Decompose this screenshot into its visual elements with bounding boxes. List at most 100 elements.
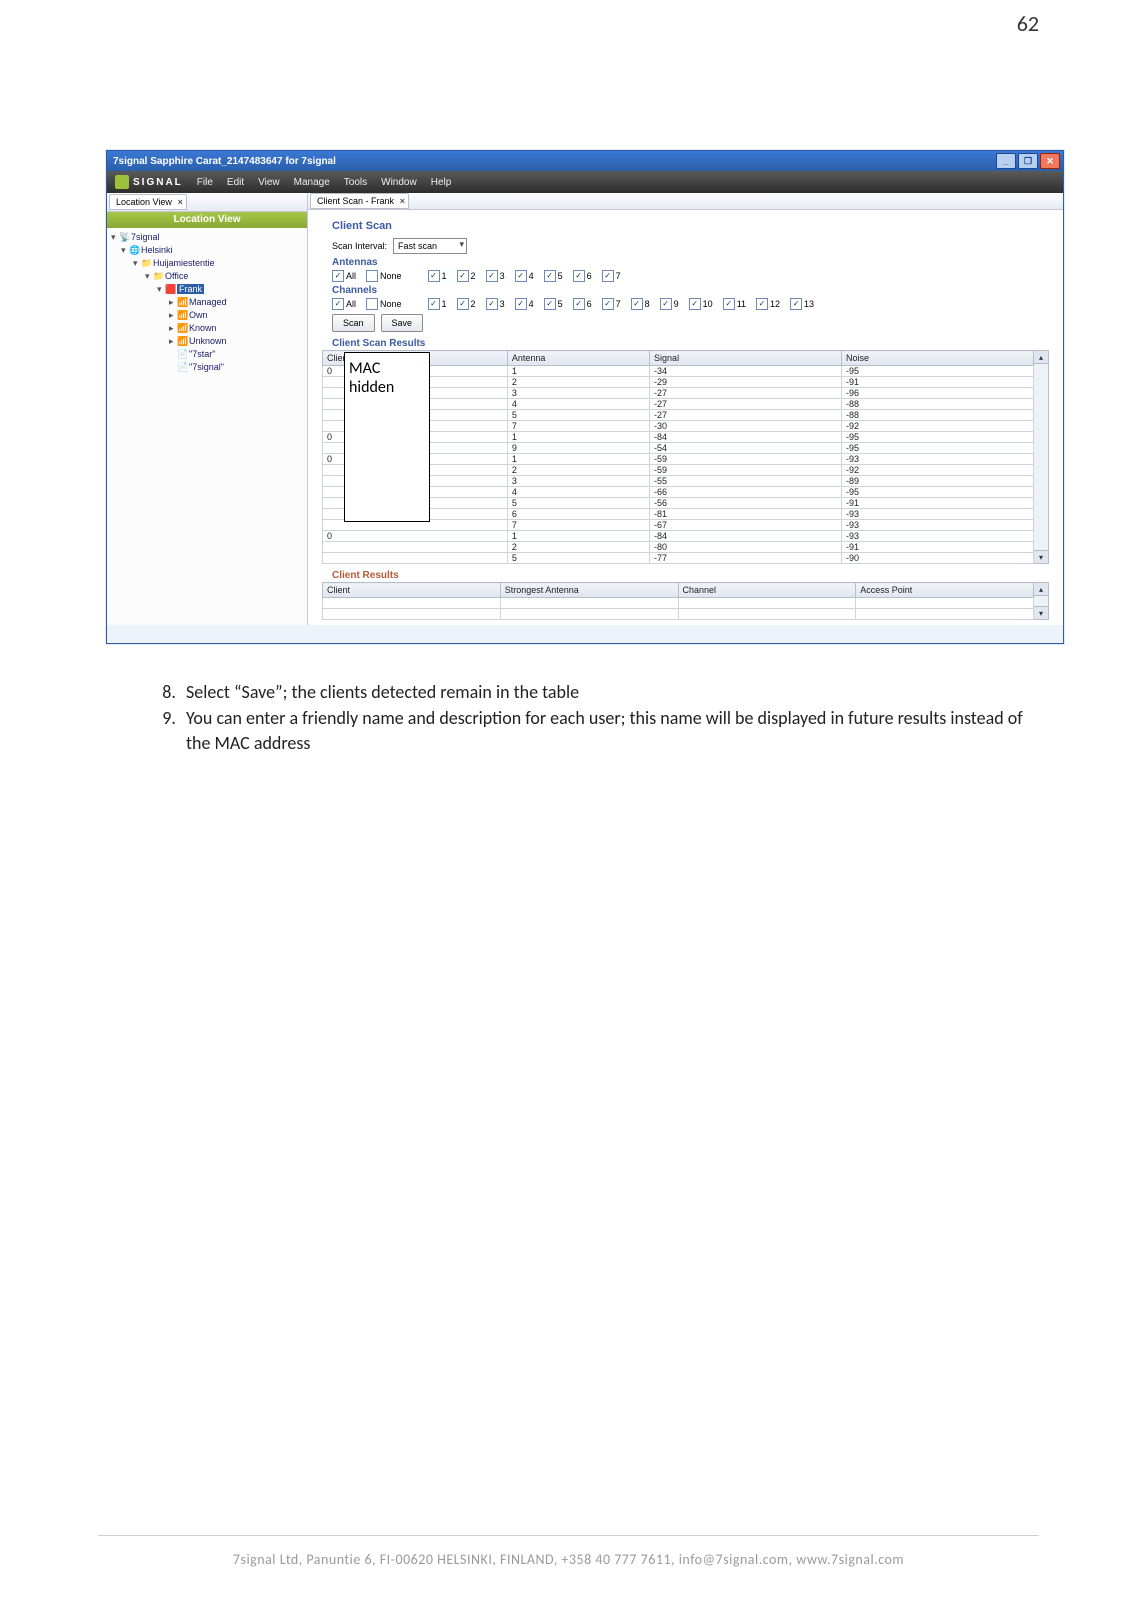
menu-file[interactable]: File <box>197 177 213 188</box>
channel-checkbox[interactable]: 6 <box>573 298 592 310</box>
column-header[interactable]: Strongest Antenna <box>500 583 678 598</box>
antenna-checkbox[interactable]: 4 <box>515 270 534 282</box>
scan-button[interactable]: Scan <box>332 314 375 332</box>
menu-view[interactable]: View <box>258 177 280 188</box>
scrollbar[interactable]: ▴ ▾ <box>1034 582 1049 620</box>
antenna-checkbox[interactable]: 7 <box>602 270 621 282</box>
tree-node[interactable]: ▸📶Managed <box>109 296 305 309</box>
annotation-line: hidden <box>349 378 425 397</box>
client-results: Client Results ClientStrongest AntennaCh… <box>322 570 1049 620</box>
close-icon[interactable]: × <box>400 196 405 206</box>
column-header[interactable]: Channel <box>678 583 856 598</box>
list-item: You can enter a friendly name and descri… <box>180 706 1039 755</box>
column-header[interactable]: Client <box>323 583 501 598</box>
scroll-down-icon[interactable]: ▾ <box>1034 550 1048 563</box>
main-panel: Client Scan - Frank × Client Scan Scan I… <box>308 193 1063 625</box>
tab-client-scan[interactable]: Client Scan - Frank × <box>310 193 409 209</box>
antenna-checkbox[interactable]: 5 <box>544 270 563 282</box>
menu-window[interactable]: Window <box>381 177 417 188</box>
instruction-list: Select “Save”; the clients detected rema… <box>154 680 1039 755</box>
menu-edit[interactable]: Edit <box>227 177 244 188</box>
column-header[interactable]: Noise <box>842 351 1034 366</box>
footer-divider <box>98 1535 1039 1536</box>
column-header[interactable]: Antenna <box>507 351 649 366</box>
mac-hidden-annotation: MAC hidden <box>344 352 430 522</box>
scroll-up-icon[interactable]: ▴ <box>1034 351 1048 364</box>
titlebar: 7signal Sapphire Carat_2147483647 for 7s… <box>107 151 1063 171</box>
client-results-table[interactable]: ClientStrongest AntennaChannelAccess Poi… <box>322 582 1034 620</box>
channel-checkbox[interactable]: 10 <box>689 298 713 310</box>
location-tree[interactable]: ▾📡7signal▾🌐Helsinki▾📁Huijamiestentie▾📁Of… <box>107 228 307 625</box>
scan-interval-select[interactable]: Fast scan <box>393 238 467 254</box>
table-row[interactable]: 2-80-91 <box>323 542 1034 553</box>
close-icon[interactable]: × <box>178 197 183 207</box>
sidebar-title: Location View <box>107 212 307 228</box>
tree-node[interactable]: 📄"7signal" <box>109 361 305 374</box>
channels-label: Channels <box>332 285 1039 296</box>
results-title: Client Scan Results <box>332 338 1039 349</box>
channel-checkbox[interactable]: 7 <box>602 298 621 310</box>
list-item: Select “Save”; the clients detected rema… <box>180 680 1039 704</box>
channel-checkbox[interactable]: 9 <box>660 298 679 310</box>
table-row[interactable]: 5-77-90 <box>323 553 1034 564</box>
tree-node[interactable]: ▾📁Huijamiestentie <box>109 257 305 270</box>
tree-node[interactable]: ▸📶Unknown <box>109 335 305 348</box>
antenna-checkbox[interactable]: 1 <box>428 270 447 282</box>
page-number: 62 <box>1017 10 1039 37</box>
tab-label: Client Scan - Frank <box>317 196 394 206</box>
column-header[interactable]: Access Point <box>856 583 1034 598</box>
app-logo: SIGNAL <box>115 175 183 189</box>
tree-node[interactable]: ▾📡7signal <box>109 231 305 244</box>
tab-label: Location View <box>116 197 172 207</box>
table-row[interactable]: 01-84-93 <box>323 531 1034 542</box>
channel-checkbox[interactable]: 5 <box>544 298 563 310</box>
app-window: 7signal Sapphire Carat_2147483647 for 7s… <box>106 150 1064 644</box>
scroll-down-icon[interactable]: ▾ <box>1034 606 1048 619</box>
antenna-checkbox[interactable]: 6 <box>573 270 592 282</box>
channel-checkbox[interactable]: 12 <box>756 298 780 310</box>
antenna-none-checkbox[interactable]: None <box>366 270 402 282</box>
tree-node[interactable]: ▾🌐Helsinki <box>109 244 305 257</box>
maximize-button[interactable]: ❐ <box>1018 153 1038 169</box>
channel-checkbox[interactable]: 13 <box>790 298 814 310</box>
channel-checkbox[interactable]: 3 <box>486 298 505 310</box>
sidebar: Location View × Location View ▾📡7signal▾… <box>107 193 308 625</box>
tab-location-view[interactable]: Location View × <box>109 194 187 210</box>
client-results-title: Client Results <box>332 570 1039 581</box>
brand-name: SIGNAL <box>133 177 183 188</box>
close-button[interactable]: ✕ <box>1040 153 1060 169</box>
annotation-line: MAC <box>349 359 425 378</box>
window-title: 7signal Sapphire Carat_2147483647 for 7s… <box>113 156 996 167</box>
table-row[interactable] <box>323 609 1034 620</box>
scroll-up-icon[interactable]: ▴ <box>1034 583 1048 596</box>
channel-checkbox[interactable]: 11 <box>723 298 746 310</box>
antenna-checkbox[interactable]: 3 <box>486 270 505 282</box>
tree-node[interactable]: ▾📁Office <box>109 270 305 283</box>
channel-all-checkbox[interactable]: All <box>332 298 356 310</box>
antenna-all-checkbox[interactable]: All <box>332 270 356 282</box>
tree-node[interactable]: 📄"7star" <box>109 348 305 361</box>
menubar: SIGNAL File Edit View Manage Tools Windo… <box>107 171 1063 193</box>
channel-checkbox[interactable]: 1 <box>428 298 447 310</box>
channel-checkbox[interactable]: 2 <box>457 298 476 310</box>
scrollbar[interactable]: ▴ ▾ <box>1034 350 1049 564</box>
menu-help[interactable]: Help <box>431 177 452 188</box>
tree-node[interactable]: ▸📶Own <box>109 309 305 322</box>
page-footer: 7signal Ltd, Panuntie 6, FI-00620 HELSIN… <box>0 1551 1137 1568</box>
column-header[interactable]: Signal <box>650 351 842 366</box>
menu-tools[interactable]: Tools <box>344 177 367 188</box>
scan-interval-label: Scan Interval: <box>332 241 387 251</box>
menu-manage[interactable]: Manage <box>294 177 330 188</box>
channel-checkbox[interactable]: 8 <box>631 298 650 310</box>
minimize-button[interactable]: _ <box>996 153 1016 169</box>
channel-none-checkbox[interactable]: None <box>366 298 402 310</box>
table-row[interactable] <box>323 598 1034 609</box>
channel-checkbox[interactable]: 4 <box>515 298 534 310</box>
antenna-checkbox[interactable]: 2 <box>457 270 476 282</box>
client-scan-title: Client Scan <box>332 220 1039 232</box>
logo-icon <box>115 175 129 189</box>
tree-node[interactable]: ▸📶Known <box>109 322 305 335</box>
tree-node[interactable]: ▾🟥Frank <box>109 283 305 296</box>
antennas-label: Antennas <box>332 257 1039 268</box>
save-button[interactable]: Save <box>381 314 424 332</box>
